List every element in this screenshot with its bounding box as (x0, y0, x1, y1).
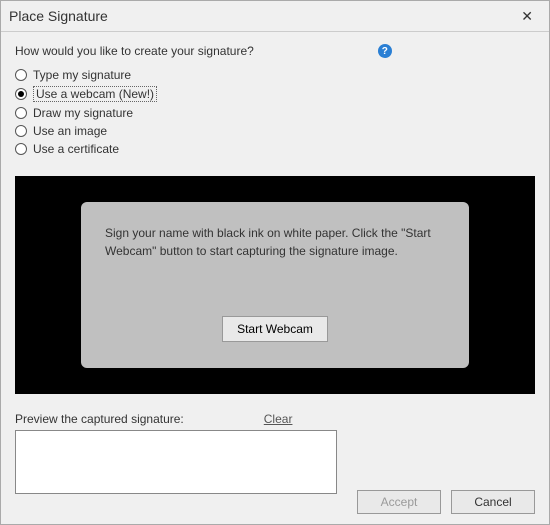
radio-icon (15, 69, 27, 81)
webcam-instructions: Sign your name with black ink on white p… (105, 224, 445, 260)
window-title: Place Signature (9, 8, 108, 24)
option-label: Type my signature (33, 68, 131, 82)
webcam-panel: Sign your name with black ink on white p… (81, 202, 469, 368)
preview-caption-row: Preview the captured signature: Clear (15, 412, 535, 426)
option-use-certificate[interactable]: Use a certificate (15, 140, 535, 158)
option-label: Use a webcam (New!) (33, 86, 157, 102)
signature-preview-box (15, 430, 337, 494)
option-label: Use a certificate (33, 142, 119, 156)
radio-icon (15, 125, 27, 137)
accept-button[interactable]: Accept (357, 490, 441, 514)
cancel-button[interactable]: Cancel (451, 490, 535, 514)
dialog-footer: Accept Cancel (357, 490, 535, 514)
dialog-content: How would you like to create your signat… (1, 32, 549, 494)
option-type-signature[interactable]: Type my signature (15, 66, 535, 84)
radio-icon (15, 88, 27, 100)
option-draw-signature[interactable]: Draw my signature (15, 104, 535, 122)
webcam-capture-area: Sign your name with black ink on white p… (15, 176, 535, 394)
signature-method-group: Type my signature Use a webcam (New!) Dr… (15, 66, 535, 158)
titlebar: Place Signature ✕ (1, 1, 549, 32)
radio-icon (15, 143, 27, 155)
start-webcam-button[interactable]: Start Webcam (222, 316, 328, 342)
help-icon[interactable]: ? (378, 44, 392, 58)
question-row: How would you like to create your signat… (15, 44, 535, 58)
preview-caption: Preview the captured signature: (15, 412, 184, 426)
webcam-button-row: Start Webcam (105, 316, 445, 342)
option-use-webcam[interactable]: Use a webcam (New!) (15, 84, 535, 104)
clear-link[interactable]: Clear (264, 412, 293, 426)
signature-question: How would you like to create your signat… (15, 44, 254, 58)
option-use-image[interactable]: Use an image (15, 122, 535, 140)
option-label: Use an image (33, 124, 107, 138)
close-icon[interactable]: ✕ (515, 7, 539, 25)
radio-icon (15, 107, 27, 119)
option-label: Draw my signature (33, 106, 133, 120)
